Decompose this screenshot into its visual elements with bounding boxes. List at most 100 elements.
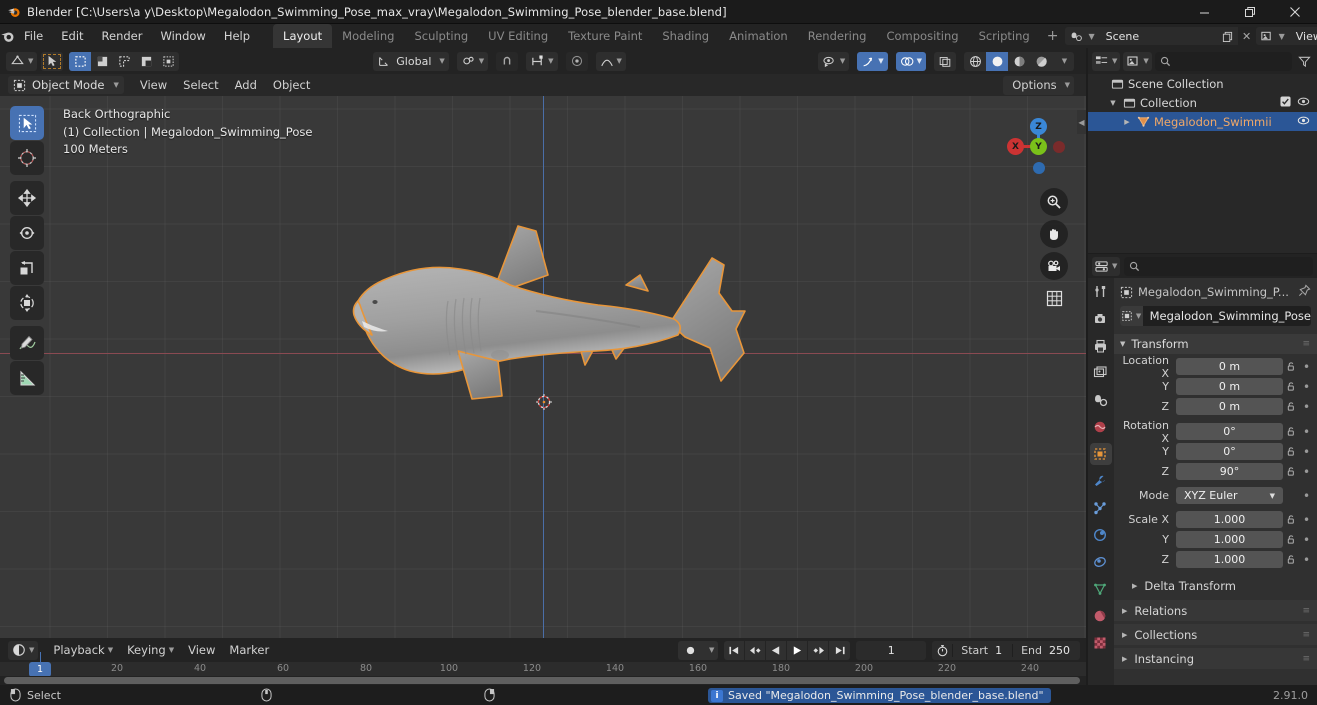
viewport-menu-add[interactable]: Add — [227, 78, 265, 92]
tab-uv-editing[interactable]: UV Editing — [478, 24, 558, 48]
viewport-menu-object[interactable]: Object — [265, 78, 318, 92]
auto-keying-chevron-down-icon[interactable]: ▼ — [702, 641, 718, 660]
outliner-editor[interactable]: ▼ ▼ Scene Collection ▼ Collection ▶ Mega… — [1088, 48, 1317, 253]
properties-editor-type-button[interactable]: ▼ — [1092, 256, 1121, 276]
animate-property-icon[interactable]: • — [1300, 465, 1313, 479]
location-y-value[interactable]: 0 m — [1176, 378, 1283, 395]
scene-datablock[interactable]: ▼ Scene ✕ — [1065, 27, 1255, 45]
tab-compositing[interactable]: Compositing — [876, 24, 968, 48]
texture-tab[interactable] — [1090, 632, 1112, 654]
timeline-menu-view[interactable]: View — [181, 643, 222, 657]
proportional-falloff-button[interactable]: ▼ — [595, 51, 626, 71]
outliner-display-mode-button[interactable]: ▼ — [1123, 51, 1152, 71]
tool-tab[interactable] — [1090, 281, 1112, 303]
lock-icon[interactable] — [1283, 554, 1300, 565]
scale-x-value[interactable]: 1.000 — [1176, 511, 1283, 528]
outliner-row-megalodon-object[interactable]: ▶ Megalodon_Swimmii — [1088, 112, 1317, 131]
animate-property-icon[interactable]: • — [1300, 400, 1313, 414]
animate-property-icon[interactable]: • — [1300, 513, 1313, 527]
rotation-y-row[interactable]: Y 0° • — [1114, 442, 1317, 461]
scene-name[interactable]: Scene — [1097, 27, 1218, 45]
use-preview-range-icon[interactable] — [932, 644, 952, 657]
tab-sculpting[interactable]: Sculpting — [404, 24, 478, 48]
viewport-menu-view[interactable]: View — [132, 78, 175, 92]
rotation-z-value[interactable]: 90° — [1176, 463, 1283, 480]
eye-visibility-icon[interactable] — [1297, 115, 1310, 129]
lock-icon[interactable] — [1283, 426, 1300, 437]
collection-checkbox[interactable] — [1280, 95, 1291, 110]
transform-tool[interactable] — [10, 286, 44, 320]
chevron-right-icon[interactable]: ▶ — [1120, 118, 1134, 126]
gizmo-axis-z[interactable]: Z — [1030, 118, 1047, 135]
shading-wireframe-button[interactable] — [964, 52, 986, 71]
scale-y-value[interactable]: 1.000 — [1176, 531, 1283, 548]
select-extend-button[interactable] — [91, 52, 113, 71]
start-frame-value[interactable]: 1 — [995, 644, 1012, 657]
xray-toggle-button[interactable] — [934, 51, 956, 71]
lock-icon[interactable] — [1283, 534, 1300, 545]
output-tab[interactable] — [1090, 335, 1112, 357]
scale-tool[interactable] — [10, 251, 44, 285]
properties-search-input[interactable] — [1144, 259, 1308, 273]
snap-magnet-button[interactable] — [496, 51, 519, 71]
object-browse-chevron-down-icon[interactable]: ▼ — [1134, 306, 1143, 326]
animate-property-icon[interactable]: • — [1300, 380, 1313, 394]
unlink-scene-button[interactable]: ✕ — [1238, 27, 1256, 45]
jump-to-start-icon[interactable] — [724, 640, 746, 660]
location-z-value[interactable]: 0 m — [1176, 398, 1283, 415]
lock-icon[interactable] — [1283, 466, 1300, 477]
menu-help[interactable]: Help — [215, 24, 259, 48]
tweak-tool-button[interactable] — [41, 51, 64, 71]
pan-hand-icon[interactable] — [1040, 220, 1068, 248]
tab-texture-paint[interactable]: Texture Paint — [558, 24, 652, 48]
scale-z-value[interactable]: 1.000 — [1176, 551, 1283, 568]
current-frame-field[interactable]: 1 — [856, 640, 927, 660]
eye-visibility-icon[interactable] — [1297, 96, 1310, 110]
animate-property-icon[interactable]: • — [1300, 425, 1313, 439]
proportional-edit-button[interactable] — [565, 51, 588, 71]
transform-orientation-button[interactable]: Global ▼ — [373, 51, 449, 71]
view-layer-datablock[interactable]: ▼ View Layer ✕ — [1255, 27, 1317, 45]
gizmo-axis-neg-z[interactable] — [1032, 162, 1045, 174]
tab-layout[interactable]: Layout — [273, 24, 333, 48]
world-tab[interactable] — [1090, 416, 1112, 438]
options-button[interactable]: Options ▼ — [1003, 75, 1074, 95]
lock-icon[interactable] — [1283, 514, 1300, 525]
select-intersect-button[interactable] — [157, 52, 179, 71]
tab-shading[interactable]: Shading — [652, 24, 719, 48]
object-visibility-button[interactable]: ▼ — [817, 51, 850, 71]
scale-z-row[interactable]: Z 1.000 • — [1114, 550, 1317, 569]
close-button[interactable] — [1272, 0, 1317, 24]
instancing-panel[interactable]: ▶ Instancing ≡ — [1114, 648, 1317, 669]
play-reverse-icon[interactable] — [766, 640, 788, 660]
delta-transform-subpanel[interactable]: ▶ Delta Transform — [1114, 576, 1317, 595]
tab-rendering[interactable]: Rendering — [798, 24, 877, 48]
tab-scripting[interactable]: Scripting — [969, 24, 1040, 48]
navigation-gizmo[interactable]: X Y Z — [991, 106, 1071, 186]
shading-rendered-button[interactable] — [1030, 52, 1052, 71]
select-subtract-button[interactable] — [113, 52, 135, 71]
pin-icon[interactable] — [1298, 284, 1311, 300]
outliner-search-box[interactable] — [1154, 51, 1292, 71]
viewport-menu-select[interactable]: Select — [175, 78, 226, 92]
rotation-mode-row[interactable]: Mode XYZ Euler ▼ • — [1114, 486, 1317, 505]
measure-tool[interactable] — [10, 361, 44, 395]
animate-property-icon[interactable]: • — [1300, 360, 1313, 374]
properties-search-box[interactable] — [1124, 256, 1313, 276]
tab-animation[interactable]: Animation — [719, 24, 798, 48]
gizmo-axis-x[interactable]: X — [1007, 138, 1024, 155]
timeline-playhead[interactable]: 1 — [29, 662, 51, 676]
jump-to-end-icon[interactable] — [829, 641, 850, 660]
timeline-menu-marker[interactable]: Marker — [222, 643, 276, 657]
pivot-point-button[interactable]: ▼ — [456, 51, 489, 71]
shading-solid-button[interactable] — [986, 51, 1008, 71]
next-keyframe-icon[interactable] — [808, 640, 830, 660]
sidebar-toggle-arrow[interactable]: ◀ — [1077, 110, 1086, 134]
camera-icon[interactable] — [1040, 252, 1068, 280]
object-name-field[interactable]: ▼ Megalodon_Swimming_Pose — [1120, 306, 1311, 326]
timeline-editor-type-button[interactable]: ▼ — [8, 640, 39, 660]
gizmo-axis-y[interactable]: Y — [1030, 138, 1047, 155]
view-layer-name[interactable]: View Layer — [1287, 27, 1317, 45]
view-layer-tab[interactable] — [1090, 362, 1112, 384]
outliner-editor-type-button[interactable]: ▼ — [1092, 51, 1121, 71]
